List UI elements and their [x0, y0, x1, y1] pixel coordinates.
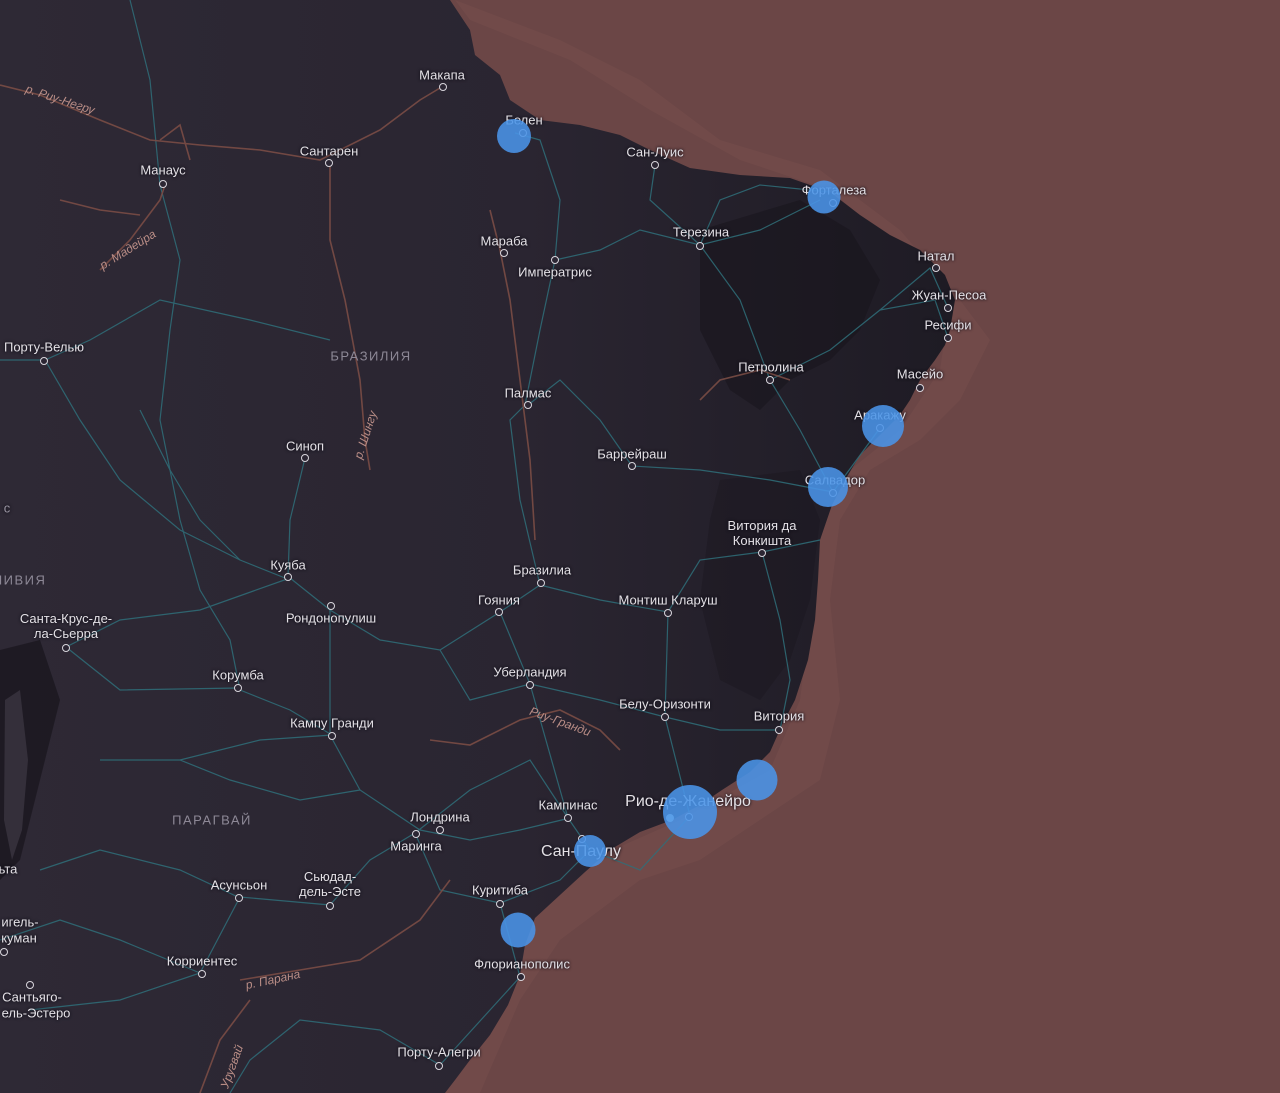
map-viewport[interactable]: БРАЗИЛИЯ ПАРАГВАЙ р. Риу-Негру р. Мадейр… — [0, 0, 1280, 1093]
city-dot-londrina[interactable] — [436, 826, 444, 834]
city-dot-imperatris[interactable] — [551, 256, 559, 264]
marker-belen[interactable] — [497, 119, 531, 153]
city-dot-vitoria-da-konkishta[interactable] — [758, 549, 766, 557]
city-dot-korrientes[interactable] — [198, 970, 206, 978]
city-dot-makapa[interactable] — [439, 83, 447, 91]
marker-rio[interactable] — [663, 785, 717, 839]
city-dot-brazilia[interactable] — [537, 579, 545, 587]
city-dot-korumba[interactable] — [234, 684, 242, 692]
city-dot-montish-klarush[interactable] — [664, 609, 672, 617]
marker-vitoria[interactable] — [736, 759, 778, 801]
city-dot-santaren[interactable] — [325, 159, 333, 167]
city-dot-kuyaba[interactable] — [284, 573, 292, 581]
marker-arakazhu[interactable] — [862, 405, 904, 447]
city-dot-belu-orizonti[interactable] — [661, 713, 669, 721]
city-dot-maseio[interactable] — [916, 384, 924, 392]
city-dot-kampinas[interactable] — [564, 814, 572, 822]
city-dot-asunson[interactable] — [235, 894, 243, 902]
city-dot-manaus[interactable] — [159, 180, 167, 188]
city-dot-rio-inner — [666, 814, 674, 822]
city-dot-natal[interactable] — [932, 264, 940, 272]
marker-fortaleza[interactable] — [807, 180, 841, 214]
city-dot-maraba[interactable] — [500, 249, 508, 257]
marker-florianopolis[interactable] — [500, 912, 536, 948]
city-dot-santa-krus[interactable] — [62, 644, 70, 652]
city-dot-uberlandia[interactable] — [526, 681, 534, 689]
city-dot-portu-alegri[interactable] — [435, 1062, 443, 1070]
city-dot-teresina[interactable] — [696, 242, 704, 250]
city-dot-vitoria[interactable] — [775, 726, 783, 734]
city-dot-kuritiba[interactable] — [496, 900, 504, 908]
city-dot-goiania[interactable] — [495, 608, 503, 616]
marker-salvador[interactable] — [808, 467, 848, 507]
city-dot-resifi[interactable] — [944, 334, 952, 342]
city-dot-kampu-grandi[interactable] — [328, 732, 336, 740]
city-dot-florianopolis[interactable] — [517, 973, 525, 981]
city-dot-palmas[interactable] — [524, 401, 532, 409]
city-dot-portu-velyu[interactable] — [40, 357, 48, 365]
city-dot-barreirash[interactable] — [628, 462, 636, 470]
city-dot-sinop[interactable] — [301, 454, 309, 462]
city-dot-petrolina[interactable] — [766, 376, 774, 384]
map-base-layer — [0, 0, 1280, 1093]
city-dot-syudad-del-este[interactable] — [326, 902, 334, 910]
city-dot-migel-tukuman[interactable] — [0, 948, 8, 956]
city-dot-san-luis[interactable] — [651, 161, 659, 169]
city-dot-maringa[interactable] — [412, 830, 420, 838]
city-dot-zhuan-pesoa[interactable] — [944, 304, 952, 312]
city-dot-rondonopulish[interactable] — [327, 602, 335, 610]
city-dot-santyago[interactable] — [26, 981, 34, 989]
marker-san-paulu[interactable] — [574, 835, 606, 867]
